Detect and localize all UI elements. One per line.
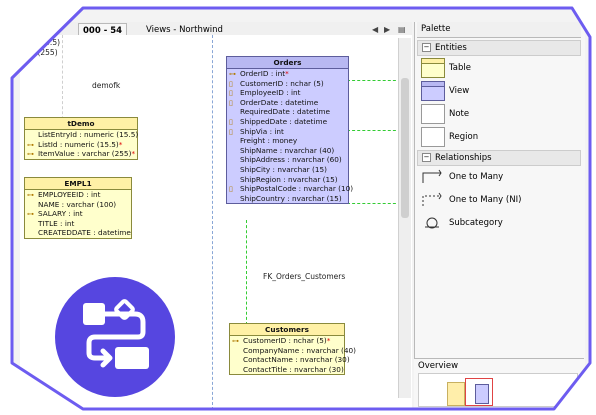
view-column: ▯ ShippedDate : datetime	[229, 116, 328, 126]
table-icon	[421, 58, 445, 78]
view-column: ⊶ OrderID : int*	[229, 69, 289, 78]
view-column: RequiredDate : datetime	[240, 107, 330, 117]
view-icon	[421, 81, 445, 101]
collapse-icon[interactable]: −	[422, 153, 431, 162]
view-column: ▯ ShipPostalCode : nvarchar (10)	[229, 184, 354, 194]
table-column: ⊶ SALARY : int	[27, 209, 83, 219]
table-title: tDemo	[25, 118, 137, 130]
note-icon	[421, 104, 445, 124]
partial-column-text: r (255)	[32, 48, 58, 57]
relationship-line	[347, 80, 401, 81]
scrollbar-thumb[interactable]	[401, 78, 409, 218]
one-to-many-icon	[422, 169, 442, 183]
section-entities[interactable]: − Entities	[417, 40, 581, 56]
table-title: Customers	[230, 324, 344, 336]
view-column: ShipCountry : nvarchar (15)	[240, 193, 342, 203]
view-column: ShipAddress : nvarchar (60)	[240, 155, 342, 165]
canvas-vertical-scrollbar[interactable]	[398, 38, 411, 398]
overview-minimap[interactable]	[418, 373, 578, 407]
overview-panel: Overview	[414, 358, 584, 409]
view-orders[interactable]: Orders ⊶ OrderID : int* ▯ CustomerID : nch…	[226, 56, 354, 205]
relationship-line	[347, 203, 401, 204]
table-empl1[interactable]: EMPL1 ⊶ EMPLOYEEID : int NAME : varchar (…	[24, 177, 132, 239]
view-column: Freight : money	[240, 136, 298, 146]
overview-title: Overview	[418, 361, 459, 371]
foreign-key-icon: ⊶	[27, 150, 34, 159]
view-column: ▯ CustomerID : nchar (5)	[229, 78, 324, 88]
view-column: ShipName : nvarchar (40)	[240, 145, 335, 155]
fk-relationship-line	[246, 220, 247, 325]
view-title: Orders	[227, 57, 348, 69]
table-column: TITLE : int	[38, 218, 75, 228]
collapse-icon[interactable]: −	[422, 43, 431, 52]
table-tdemo[interactable]: tDemo ListEntryId : numeric (15.5) ⊶ List…	[24, 117, 138, 160]
relationship-label-fk-orders-customers: FK_Orders_Customers	[263, 272, 346, 281]
workflow-icon	[83, 299, 149, 369]
table-column: CREATEDDATE : datetime	[38, 228, 131, 238]
relationship-line	[347, 130, 401, 131]
subcategory-icon	[425, 217, 439, 229]
table-title: EMPL1	[25, 178, 131, 190]
required-marker-icon: *	[118, 139, 123, 149]
table-column: CompanyName : nvarchar (40)	[243, 345, 356, 355]
section-relationships[interactable]: − Relationships	[417, 150, 581, 166]
table-customers[interactable]: Customers ⊶ CustomerID : nchar (5)* Compa…	[229, 323, 356, 376]
required-marker-icon: *	[131, 149, 136, 159]
required-marker-icon: *	[285, 69, 289, 78]
table-column: ⊶ ItemValue : varchar (255)*	[27, 149, 136, 159]
table-column: ContactName : nvarchar (30)	[243, 355, 350, 365]
palette-panel: Palette − Entities Table View Note Region…	[414, 22, 585, 402]
partial-column-text: r (15.5)	[32, 38, 61, 47]
table-column: ListEntryId : numeric (15.5)	[38, 130, 139, 139]
one-to-many-ni-icon	[422, 192, 442, 206]
view-column: ShipRegion : nvarchar (15)	[240, 174, 338, 184]
region-icon	[421, 127, 445, 147]
table-column: ⊶ EMPLOYEEID : int	[27, 190, 101, 199]
app-logo	[55, 277, 175, 397]
view-column: ▯ OrderDate : datetime	[229, 97, 319, 107]
table-column: ⊶ CustomerID : nchar (5)*	[232, 336, 331, 345]
minimap-table	[447, 382, 465, 406]
table-column: ContactTitle : nvarchar (30)	[243, 364, 344, 374]
minimap-view	[475, 384, 489, 404]
table-column: ⊶ ListId : numeric (15.5)*	[27, 139, 123, 149]
table-column: NAME : varchar (100)	[38, 199, 117, 209]
view-column: ▯ EmployeeID : int	[229, 88, 301, 98]
view-column: ▯ ShipVia : int	[229, 126, 284, 136]
relationship-label-demofk: demofk	[92, 81, 121, 90]
view-column: ShipCity : nvarchar (15)	[240, 164, 327, 174]
palette-title: Palette	[417, 22, 581, 38]
required-marker-icon: *	[326, 336, 331, 345]
page-guide-line	[212, 35, 213, 409]
